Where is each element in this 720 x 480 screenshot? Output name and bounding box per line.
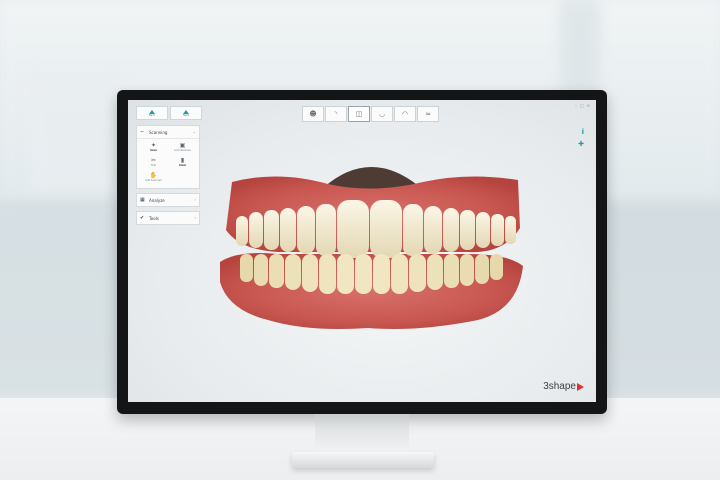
back-button-label: Back xyxy=(148,113,156,117)
scan-wand-icon: ✦ xyxy=(150,142,157,149)
monitor-stand-foot xyxy=(292,452,434,468)
crosshair-icon[interactable]: ✚ xyxy=(578,140,584,148)
jaw-side-view-icon: ◝ xyxy=(334,110,338,118)
scanning-tools: ✦ Scan ▣ Lock Remove ✂ Trim ▮ Clear ✋ Ad… xyxy=(137,138,199,188)
analyze-header[interactable]: ▦ Analyze › xyxy=(137,194,199,206)
window-controls: – □ ✕ xyxy=(575,103,590,108)
info-icon[interactable]: i xyxy=(582,128,584,136)
scanning-section: ∼ Scanning ⌄ ✦ Scan ▣ Lock Remove ✂ Trim… xyxy=(136,125,200,189)
workflow-panel: ∼ Scanning ⌄ ✦ Scan ▣ Lock Remove ✂ Trim… xyxy=(136,125,200,229)
brand-triangle-icon xyxy=(577,382,584,391)
scan-tool-label: Scan xyxy=(150,149,157,152)
close-icon[interactable]: ✕ xyxy=(587,103,590,108)
tools-section[interactable]: ✔ Tools › xyxy=(136,211,200,225)
maximize-icon[interactable]: □ xyxy=(580,103,584,108)
upper-jaw-icon: ◠ xyxy=(401,110,409,118)
clear-icon: ▮ xyxy=(180,157,185,164)
lower-jaw-button[interactable]: ◡ xyxy=(371,106,393,122)
analyze-icon: ▦ xyxy=(140,196,145,203)
face-view-button[interactable]: ☻ xyxy=(302,106,324,122)
chevron-right-icon: › xyxy=(194,197,196,202)
chevron-right-icon: › xyxy=(194,215,196,220)
next-button[interactable]: Next xyxy=(170,106,202,120)
lower-jaw-icon: ◡ xyxy=(378,110,386,118)
lock-image-icon: ▣ xyxy=(179,142,186,149)
background-cabinet-right xyxy=(600,200,720,400)
monitor: Back Next ∼ Scanning ⌄ ✦ Scan ▣ Lock Rem… xyxy=(117,90,607,414)
minimize-icon[interactable]: – xyxy=(575,103,577,108)
bite-view-icon: ≈ xyxy=(425,110,431,118)
clear-tool-label: Clear xyxy=(178,164,187,167)
view-toolbar: ☻ ◝ ◫ ◡ ◠ ≈ xyxy=(302,106,439,122)
trim-scissors-icon: ✂ xyxy=(150,157,157,164)
both-jaws-icon: ◫ xyxy=(355,110,363,118)
scanning-label: Scanning xyxy=(149,129,168,135)
add-scanned-tool-label: Add Scanned xyxy=(145,179,162,182)
analyze-section[interactable]: ▦ Analyze › xyxy=(136,193,200,207)
app-screen: Back Next ∼ Scanning ⌄ ✦ Scan ▣ Lock Rem… xyxy=(128,100,596,402)
monitor-stand-neck xyxy=(315,414,409,454)
scan-tool[interactable]: ✦ Scan xyxy=(140,142,167,155)
both-jaws-button[interactable]: ◫ xyxy=(348,106,370,122)
brand-logo: 3shape xyxy=(543,381,584,392)
trim-tool-label: Trim xyxy=(150,164,157,167)
next-button-label: Next xyxy=(183,113,189,117)
tools-label: Tools xyxy=(149,215,159,221)
lock-remove-tool-label: Lock Remove xyxy=(174,149,191,152)
clear-tool[interactable]: ▮ Clear xyxy=(169,157,196,170)
background-shelf xyxy=(30,70,120,190)
chevron-down-icon: ⌄ xyxy=(192,129,196,134)
lock-remove-tool[interactable]: ▣ Lock Remove xyxy=(169,142,196,155)
analyze-label: Analyze xyxy=(149,197,165,203)
tools-header[interactable]: ✔ Tools › xyxy=(137,212,199,224)
hand-icon: ✋ xyxy=(149,172,158,179)
bite-view-button[interactable]: ≈ xyxy=(417,106,439,122)
jaw-side-view-button[interactable]: ◝ xyxy=(325,106,347,122)
dental-3d-model[interactable] xyxy=(218,150,528,335)
trim-tool[interactable]: ✂ Trim xyxy=(140,157,167,170)
scanning-header[interactable]: ∼ Scanning ⌄ xyxy=(137,126,199,138)
face-view-icon: ☻ xyxy=(309,110,317,118)
nav-buttons: Back Next xyxy=(136,106,202,120)
add-scanned-tool[interactable]: ✋ Add Scanned xyxy=(140,172,167,185)
scanner-icon: ∼ xyxy=(140,128,145,135)
checkmark-icon: ✔ xyxy=(140,214,145,221)
upper-jaw-button[interactable]: ◠ xyxy=(394,106,416,122)
back-button[interactable]: Back xyxy=(136,106,168,120)
brand-name: 3shape xyxy=(543,381,576,392)
